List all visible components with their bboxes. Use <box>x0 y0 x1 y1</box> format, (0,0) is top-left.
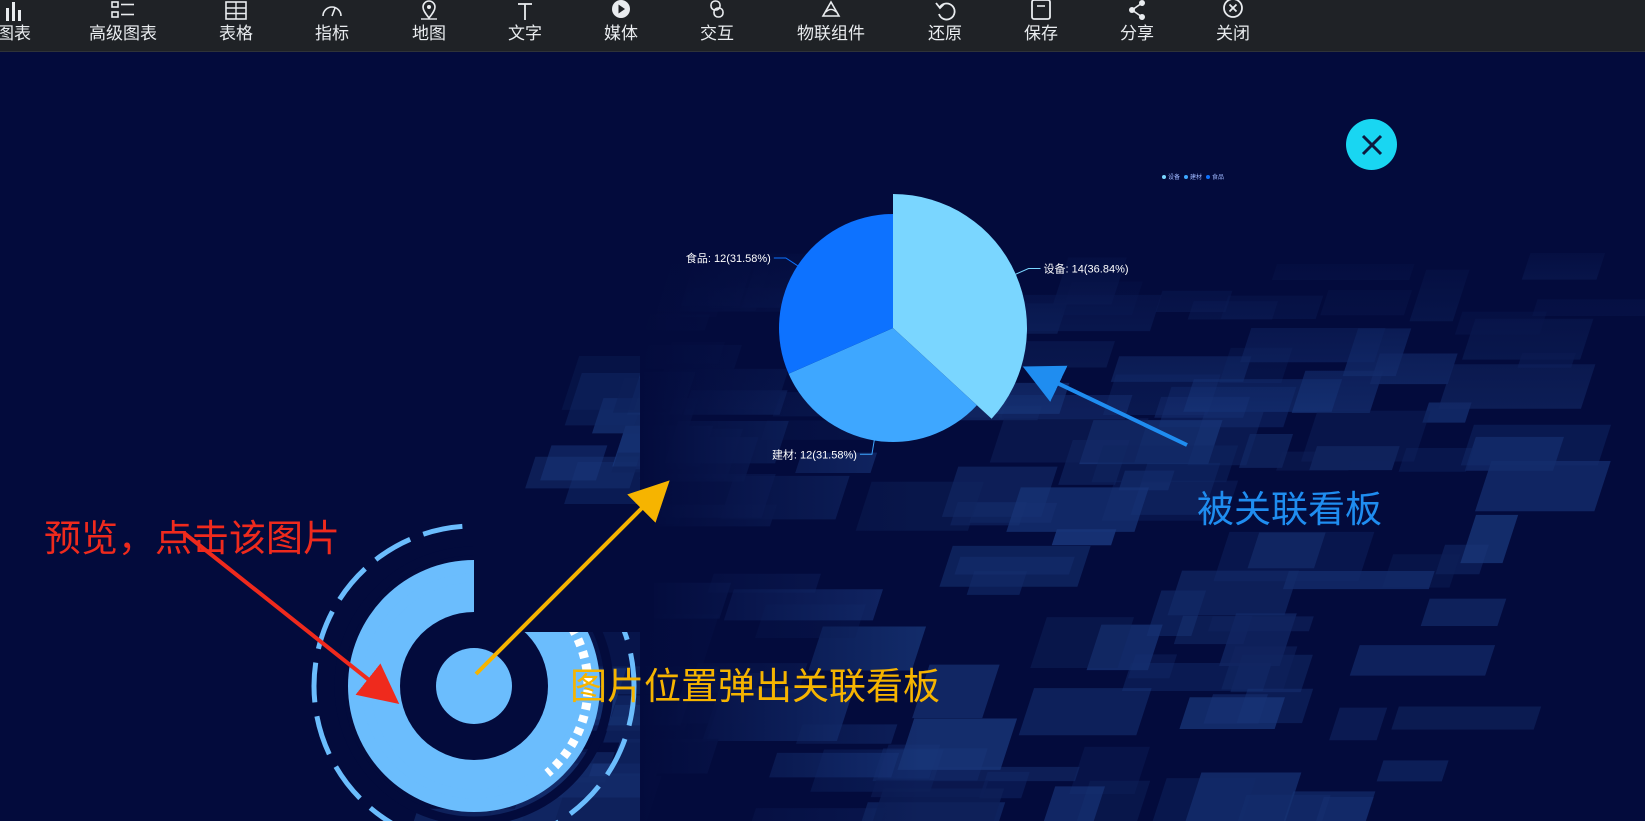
close-circle-icon <box>1220 0 1246 21</box>
toolbar-close-button[interactable]: 关闭 <box>1203 0 1263 51</box>
toolbar: 图表 高级图表 表格 指标 地图 文字 媒体 交互 物联组件 还原 保存 分享 … <box>0 0 1645 52</box>
toolbar-chart-label: 图表 <box>0 24 31 44</box>
text-icon <box>512 0 538 21</box>
toolbar-advanced-chart-label: 高级图表 <box>89 24 157 44</box>
toolbar-close-label: 关闭 <box>1216 24 1250 44</box>
undo-icon <box>932 0 958 21</box>
table-icon <box>223 0 249 21</box>
annotation-preview-click: 预览，点击该图片 <box>44 517 340 560</box>
toolbar-advanced-chart-button[interactable]: 高级图表 <box>83 0 163 51</box>
toolbar-media-label: 媒体 <box>604 24 638 44</box>
toolbar-share-label: 分享 <box>1120 24 1154 44</box>
play-icon <box>608 0 634 21</box>
link-icon <box>704 0 730 21</box>
toolbar-iot-button[interactable]: 物联组件 <box>786 0 876 51</box>
toolbar-metric-button[interactable]: 指标 <box>302 0 362 51</box>
blue-arrow <box>1022 365 1188 447</box>
bar-chart-icon <box>1 0 27 21</box>
dashboard-canvas: 设备: 14(36.84%) 建材: 12(31.58%) 食品: 12(31.… <box>0 52 1645 821</box>
toolbar-interaction-label: 交互 <box>700 24 734 44</box>
toolbar-table-button[interactable]: 表格 <box>206 0 266 51</box>
toolbar-text-label: 文字 <box>508 24 542 44</box>
toolbar-save-label: 保存 <box>1024 24 1058 44</box>
toolbar-iot-label: 物联组件 <box>797 24 865 44</box>
toolbar-table-label: 表格 <box>219 24 253 44</box>
share-icon <box>1124 0 1150 21</box>
yellow-arrow <box>474 480 670 676</box>
toolbar-map-label: 地图 <box>412 24 446 44</box>
map-pin-icon <box>416 0 442 21</box>
close-icon <box>1361 134 1382 155</box>
toolbar-restore-label: 还原 <box>928 24 962 44</box>
toolbar-media-button[interactable]: 媒体 <box>591 0 651 51</box>
toolbar-chart-button[interactable]: 图表 <box>0 0 46 51</box>
toolbar-metric-label: 指标 <box>315 24 349 44</box>
toolbar-share-button[interactable]: 分享 <box>1107 0 1167 51</box>
toolbar-interaction-button[interactable]: 交互 <box>687 0 747 51</box>
annotation-popup-position: 图片位置弹出关联看板 <box>570 665 940 708</box>
toolbar-save-button[interactable]: 保存 <box>1011 0 1071 51</box>
toolbar-text-button[interactable]: 文字 <box>495 0 555 51</box>
popup-close-button[interactable] <box>1346 119 1397 170</box>
toolbar-map-button[interactable]: 地图 <box>399 0 459 51</box>
iot-icon <box>818 0 844 21</box>
advanced-chart-icon <box>110 0 136 21</box>
annotation-linked-board: 被关联看板 <box>1197 488 1382 531</box>
gauge-icon <box>319 0 345 21</box>
save-icon <box>1028 0 1054 21</box>
toolbar-restore-button[interactable]: 还原 <box>915 0 975 51</box>
